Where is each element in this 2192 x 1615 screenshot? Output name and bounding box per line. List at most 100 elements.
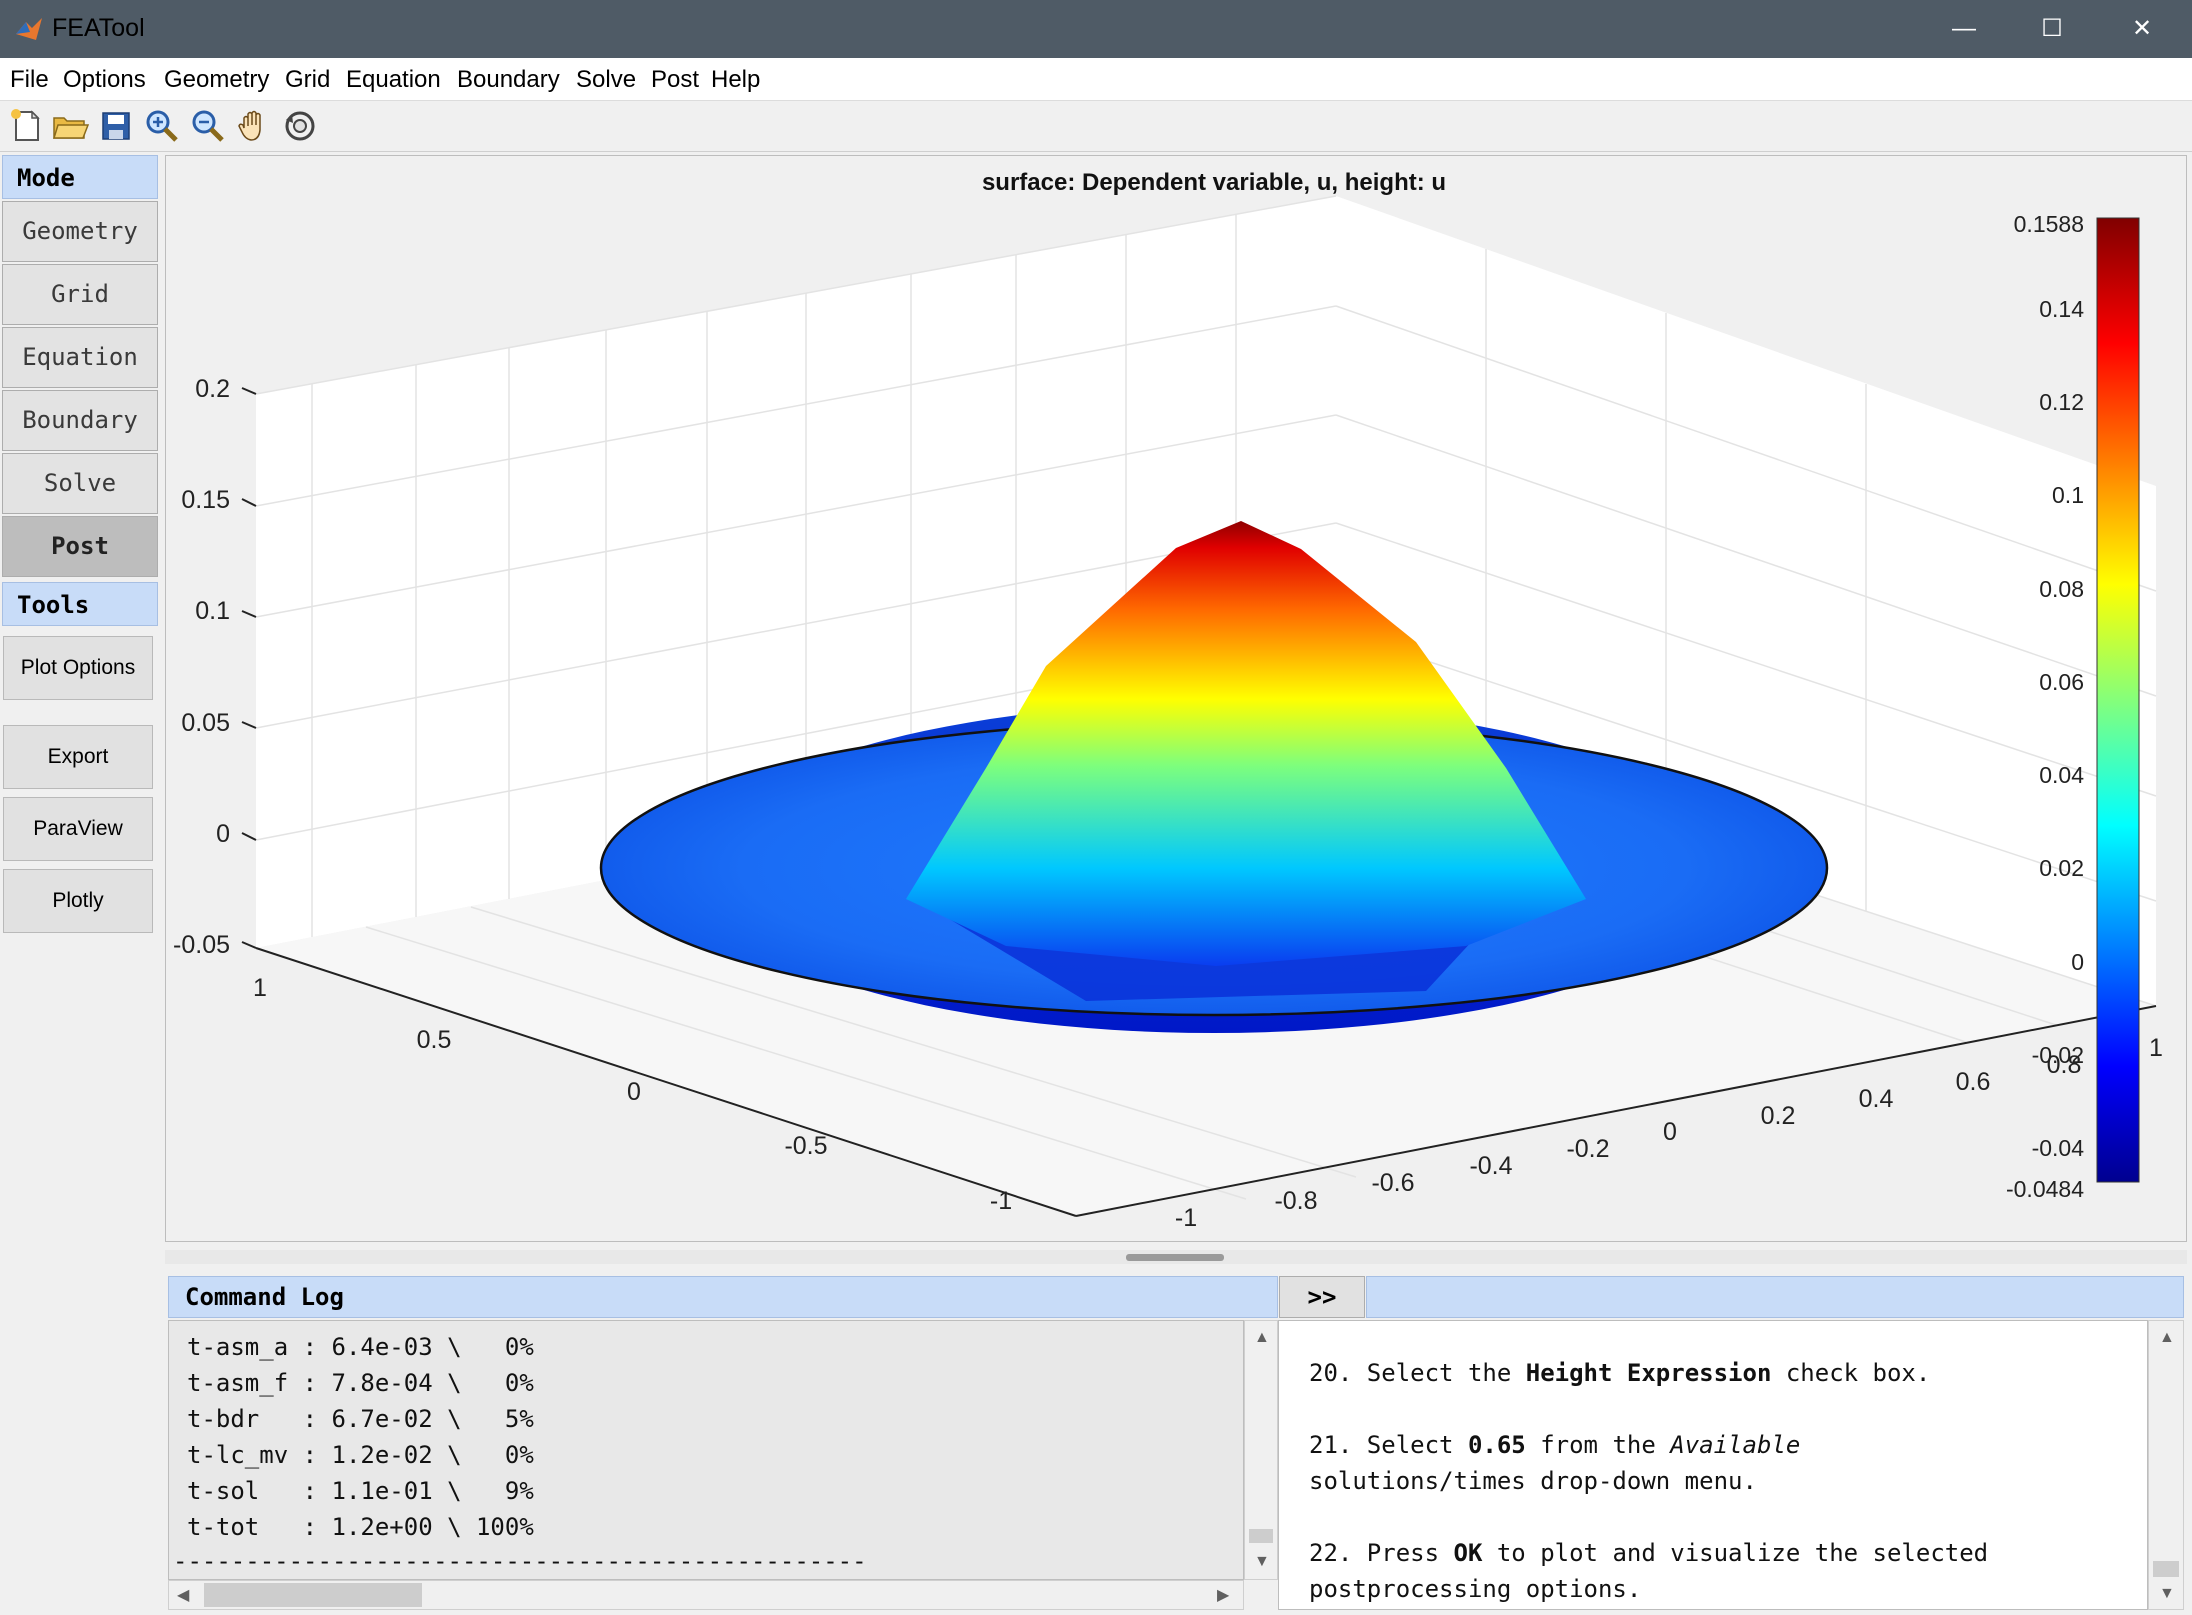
help-text-panel[interactable]: 20. Select the Height Expression check b… <box>1278 1320 2148 1610</box>
help-step-22-cont: postprocessing options. <box>1309 1575 1642 1603</box>
mode-solve-button[interactable]: Solve <box>2 453 158 514</box>
window-title: FEATool <box>52 14 145 42</box>
z-tick-label: 0.1 <box>195 597 230 625</box>
menu-help[interactable]: Help <box>711 66 760 94</box>
x-tick-label: 0 <box>1663 1118 1677 1146</box>
z-tick-label: 0.2 <box>195 375 230 403</box>
menu-grid[interactable]: Grid <box>285 66 330 94</box>
menu-file[interactable]: File <box>10 66 49 94</box>
mode-equation-button[interactable]: Equation <box>2 327 158 388</box>
plot-title: surface: Dependent variable, u, height: … <box>982 169 1446 196</box>
log-hscroll-thumb[interactable] <box>204 1583 422 1607</box>
colorbar-tick-label: 0.08 <box>2039 576 2084 602</box>
paraview-button[interactable]: ParaView <box>3 797 153 861</box>
colorbar-tick-label: 0.06 <box>2039 669 2084 695</box>
y-tick-label: -0.5 <box>784 1132 827 1160</box>
log-line: t-asm_a : 6.4e-03 \ 0% <box>187 1333 534 1361</box>
z-tick-label: 0.05 <box>181 709 230 737</box>
splitter-grip[interactable] <box>1126 1254 1224 1261</box>
x-tick-label: 0.4 <box>1859 1085 1894 1113</box>
x-tick-label: -0.2 <box>1566 1135 1609 1163</box>
scroll-right-icon[interactable]: ▶ <box>1217 1585 1229 1605</box>
colorbar-tick-label: 0.1 <box>2052 482 2084 508</box>
command-log-text[interactable]: t-asm_a : 6.4e-03 \ 0% t-asm_f : 7.8e-04… <box>168 1320 1244 1580</box>
colorbar-tick-label: 0.04 <box>2039 762 2084 788</box>
x-tick-label: -0.6 <box>1371 1169 1414 1197</box>
scroll-down-icon[interactable]: ▼ <box>1254 1553 1270 1571</box>
menu-geometry[interactable]: Geometry <box>164 66 269 94</box>
scroll-left-icon[interactable]: ◀ <box>177 1585 189 1605</box>
y-tick-label: 1 <box>253 974 267 1002</box>
help-step-22: 22. Press OK to plot and visualize the s… <box>1309 1539 1989 1567</box>
colorbar-tick-label: 0.02 <box>2039 855 2084 881</box>
reset-view-icon[interactable] <box>280 106 320 146</box>
colorbar-tick-label: 0 <box>2071 949 2084 975</box>
x-tick-label: 0.2 <box>1761 1102 1796 1130</box>
mode-geometry-button[interactable]: Geometry <box>2 201 158 262</box>
menu-solve[interactable]: Solve <box>576 66 636 94</box>
toggle-help-button[interactable]: >> <box>1279 1276 1365 1318</box>
help-vertical-scrollbar[interactable]: ▲ ▼ <box>2148 1320 2184 1610</box>
menu-boundary[interactable]: Boundary <box>457 66 560 94</box>
minimize-button[interactable]: — <box>1918 0 2010 58</box>
x-tick-label: 0.6 <box>1956 1068 1991 1096</box>
mode-grid-button[interactable]: Grid <box>2 264 158 325</box>
z-tick-label: 0 <box>216 820 230 848</box>
tools-header: Tools <box>2 582 158 626</box>
log-line: t-asm_f : 7.8e-04 \ 0% <box>187 1369 534 1397</box>
zoom-out-icon[interactable] <box>188 106 228 146</box>
scroll-down-icon[interactable]: ▼ <box>2159 1585 2175 1603</box>
command-log-header: Command Log <box>168 1276 1278 1318</box>
colorbar <box>2096 217 2140 1183</box>
help-step-21-cont: solutions/times drop-down menu. <box>1309 1467 1757 1495</box>
scroll-up-icon[interactable]: ▲ <box>2159 1329 2175 1347</box>
z-tick-label: -0.05 <box>173 931 230 959</box>
close-button[interactable]: ✕ <box>2096 0 2188 58</box>
colorbar-tick-label: 0.14 <box>2039 296 2084 322</box>
log-separator: ----------------------------------------… <box>173 1547 867 1575</box>
matlab-icon <box>16 18 42 40</box>
new-file-icon[interactable] <box>6 106 46 146</box>
help-vscroll-thumb[interactable] <box>2153 1561 2179 1577</box>
maximize-button[interactable]: ☐ <box>2006 0 2098 58</box>
log-vscroll-thumb[interactable] <box>1249 1529 1273 1543</box>
plot-options-button[interactable]: Plot Options <box>3 636 153 700</box>
colorbar-tick-label: -0.02 <box>2032 1042 2084 1068</box>
y-tick-label: -1 <box>990 1187 1012 1215</box>
log-line: t-lc_mv : 1.2e-02 \ 0% <box>187 1441 534 1469</box>
menu-options[interactable]: Options <box>63 66 146 94</box>
log-line: t-bdr : 6.7e-02 \ 5% <box>187 1405 534 1433</box>
x-tick-label: -1 <box>1175 1204 1197 1232</box>
colorbar-tick-label: -0.04 <box>2032 1135 2085 1161</box>
export-button[interactable]: Export <box>3 725 153 789</box>
colorbar-max-label: 0.1588 <box>2014 211 2084 237</box>
colorbar-tick-label: 0.12 <box>2039 389 2084 415</box>
pan-hand-icon[interactable] <box>234 106 274 146</box>
title-bar <box>0 0 2192 58</box>
mode-boundary-button[interactable]: Boundary <box>2 390 158 451</box>
scroll-up-icon[interactable]: ▲ <box>1254 1329 1270 1347</box>
x-tick-label: 1 <box>2149 1034 2163 1062</box>
zoom-in-icon[interactable] <box>142 106 182 146</box>
menu-post[interactable]: Post <box>651 66 699 94</box>
open-folder-icon[interactable] <box>50 106 90 146</box>
mode-header: Mode <box>2 155 158 199</box>
plot-area[interactable]: surface: Dependent variable, u, height: … <box>165 155 2187 1242</box>
surface-plot[interactable]: surface: Dependent variable, u, height: … <box>166 156 2188 1243</box>
y-tick-label: 0.5 <box>417 1026 452 1054</box>
log-line: t-tot : 1.2e+00 \ 100% <box>187 1513 534 1541</box>
z-tick-label: 0.15 <box>181 486 230 514</box>
plotly-button[interactable]: Plotly <box>3 869 153 933</box>
help-step-21: 21. Select 0.65 from the Available <box>1309 1431 1801 1459</box>
help-step-20: 20. Select the Height Expression check b… <box>1309 1359 1931 1387</box>
log-line: t-sol : 1.1e-01 \ 9% <box>187 1477 534 1505</box>
x-tick-label: -0.8 <box>1274 1187 1317 1215</box>
help-header <box>1366 1276 2184 1318</box>
menu-equation[interactable]: Equation <box>346 66 441 94</box>
y-tick-label: 0 <box>627 1078 641 1106</box>
colorbar-min-label: -0.0484 <box>2006 1176 2084 1202</box>
log-vertical-scrollbar[interactable]: ▲ ▼ <box>1244 1320 1278 1580</box>
mode-post-button[interactable]: Post <box>2 516 158 577</box>
toolbar <box>0 101 2192 152</box>
save-icon[interactable] <box>96 106 136 146</box>
